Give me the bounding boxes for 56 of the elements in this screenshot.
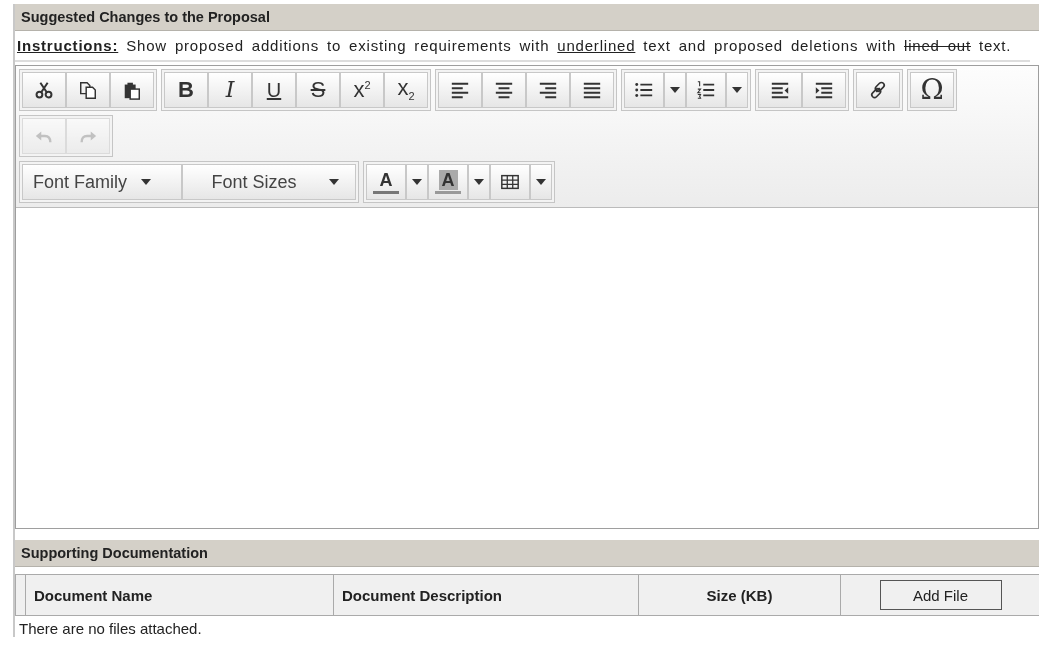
caret-icon: [732, 87, 742, 93]
superscript-button[interactable]: x$^{2}$: [340, 72, 384, 108]
scissors-icon: [34, 80, 54, 100]
indent-icon: [814, 80, 834, 100]
caret-icon: [536, 179, 546, 185]
align-left-icon: [450, 80, 470, 100]
dropdown-button[interactable]: [530, 164, 552, 200]
paste-button[interactable]: [110, 72, 154, 108]
special-character-button[interactable]: Ω: [910, 72, 954, 108]
caret-icon: [141, 179, 152, 185]
numbered-list-button[interactable]: [686, 72, 726, 108]
column-header: Document Name: [25, 575, 333, 615]
section-header: Suggested Changes to the Proposal: [15, 4, 1039, 31]
align-center-icon: [494, 80, 514, 100]
align-center-button[interactable]: [482, 72, 526, 108]
table-grid-icon: [500, 172, 520, 192]
underline-button[interactable]: U: [252, 72, 296, 108]
clipboard-icon: [122, 80, 142, 100]
outdent-icon: [770, 80, 790, 100]
strikethrough-button[interactable]: S: [296, 72, 340, 108]
dropdown-button[interactable]: [468, 164, 490, 200]
outdent-button[interactable]: [758, 72, 802, 108]
text-color-button[interactable]: A: [366, 164, 406, 200]
dropdown-button[interactable]: [406, 164, 428, 200]
caret-icon: [412, 179, 422, 185]
caret-icon: [474, 179, 484, 185]
indent-button[interactable]: [802, 72, 846, 108]
dropdown-button[interactable]: [726, 72, 748, 108]
copy-button[interactable]: [66, 72, 110, 108]
subscript-button[interactable]: x$_{2}$: [384, 72, 428, 108]
justify-icon: [582, 80, 602, 100]
background-color-button[interactable]: A: [428, 164, 468, 200]
column-header: Document Description: [333, 575, 638, 615]
numbered-list-icon: [696, 80, 716, 100]
justify-button[interactable]: [570, 72, 614, 108]
caret-icon: [670, 87, 680, 93]
table-button[interactable]: [490, 164, 530, 200]
bold-button[interactable]: B: [164, 72, 208, 108]
instructions-text: Instructions: Show proposed additions to existing requirements with underlined text and proposed deletions with lined out text.: [15, 31, 1030, 62]
font-dropdown[interactable]: Font Family: [22, 164, 182, 200]
align-right-button[interactable]: [526, 72, 570, 108]
dropdown-button[interactable]: [664, 72, 686, 108]
section-header: Supporting Documentation: [15, 540, 1039, 567]
bullet-list-button[interactable]: [624, 72, 664, 108]
align-left-button[interactable]: [438, 72, 482, 108]
cut-button[interactable]: [22, 72, 66, 108]
empty-message: There are no files attached.: [18, 619, 203, 637]
align-right-icon: [538, 80, 558, 100]
bullet-list-icon: [634, 80, 654, 100]
column-header: Size (KB): [638, 575, 840, 615]
copy-icon: [78, 80, 98, 100]
italic-button[interactable]: I: [208, 72, 252, 108]
add-file-button[interactable]: Add File: [879, 580, 1002, 610]
caret-icon: [329, 179, 339, 185]
font-dropdown[interactable]: Font Sizes: [182, 164, 356, 200]
chain-link-icon: [868, 80, 888, 100]
